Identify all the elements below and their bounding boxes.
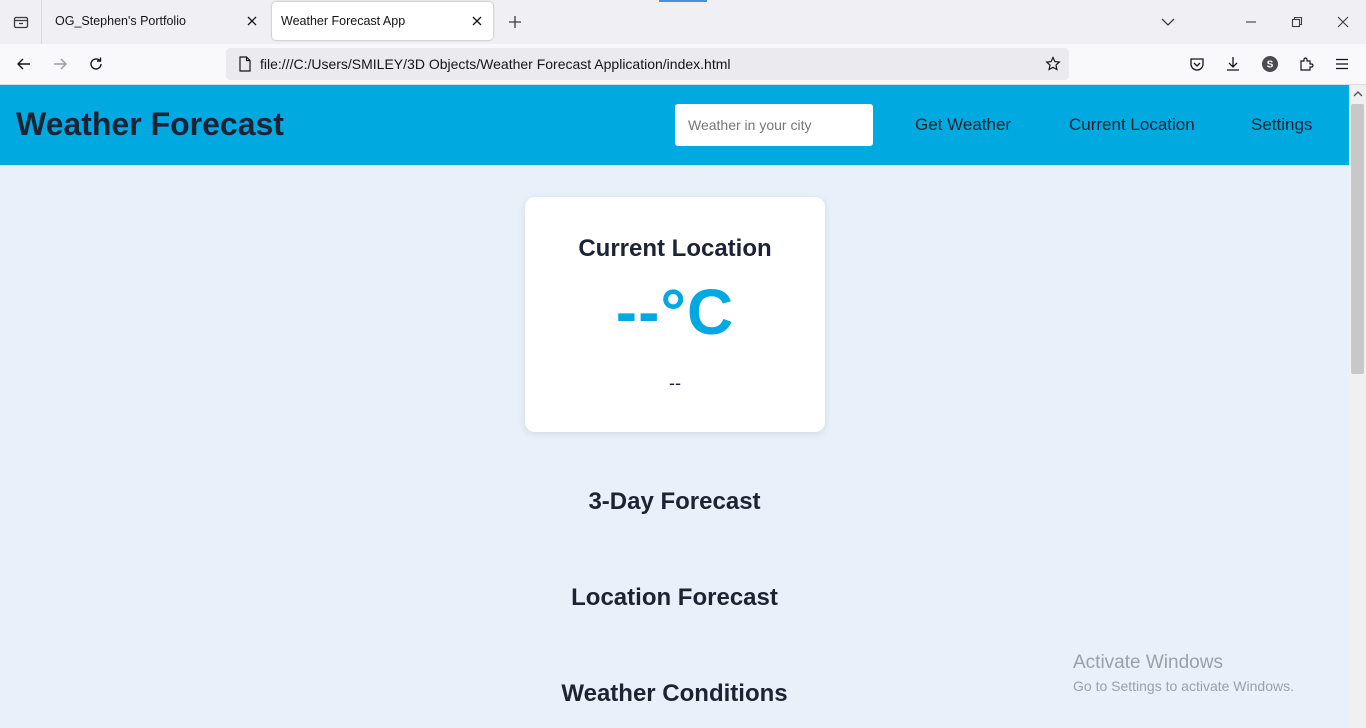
watermark-title: Activate Windows [1073,652,1223,673]
close-icon [1337,16,1349,28]
app-title: Weather Forecast [16,106,284,142]
puzzle-icon [1300,57,1314,71]
tab-weather-app[interactable]: Weather Forecast App [272,2,493,40]
arrow-right-icon [54,58,67,70]
tab-portfolio[interactable]: OG_Stephen's Portfolio [42,2,268,40]
extensions-button[interactable] [1291,49,1321,79]
address-bar[interactable]: file:///C:/Users/SMILEY/3D Objects/Weath… [226,48,1069,80]
avatar: S [1262,56,1278,72]
temperature-value: --°C [615,276,735,348]
restore-button[interactable] [1274,0,1320,44]
tab-list-icon [13,16,28,29]
restore-icon [1291,16,1303,28]
location-forecast-heading: Location Forecast [571,584,778,611]
download-icon [1227,57,1239,71]
three-day-forecast-heading: 3-Day Forecast [588,488,761,515]
chevron-up-icon [1353,90,1362,96]
scroll-up-button[interactable] [1349,85,1366,102]
list-all-tabs-button[interactable] [0,0,42,44]
account-button[interactable]: S [1255,49,1285,79]
back-button[interactable] [9,49,39,79]
close-tab-button[interactable] [463,7,491,35]
page-icon [230,56,260,72]
page-scrollbar[interactable] [1349,85,1366,728]
close-tab-button[interactable] [238,7,266,35]
minimize-icon [1246,21,1256,23]
close-icon [472,16,482,26]
current-location-link[interactable]: Current Location [1069,115,1195,135]
bookmark-star-button[interactable] [1037,56,1069,72]
menu-button[interactable] [1327,49,1357,79]
tabstrip-accent [659,0,707,2]
plus-icon [509,16,521,28]
reload-button[interactable] [81,49,111,79]
app-header: Weather Forecast Get Weather Current Loc… [0,85,1349,165]
tab-title: Weather Forecast App [281,14,406,28]
city-search-input[interactable] [675,104,873,146]
browser-toolbar: file:///C:/Users/SMILEY/3D Objects/Weath… [0,44,1366,85]
chevron-down-icon [1161,18,1175,26]
scrollbar-thumb[interactable] [1351,104,1364,374]
close-window-button[interactable] [1320,0,1366,44]
tab-title: OG_Stephen's Portfolio [55,14,186,28]
pocket-button[interactable] [1182,49,1212,79]
windows-activation-watermark: Activate Windows Go to Settings to activ… [1073,652,1294,694]
card-title: Current Location [578,235,772,262]
reload-icon [90,57,102,70]
downloads-button[interactable] [1218,49,1248,79]
current-weather-card: Current Location --°C [525,197,825,432]
close-icon [247,16,257,26]
arrow-left-icon [17,58,30,70]
hamburger-icon [1336,58,1348,70]
url-text[interactable]: file:///C:/Users/SMILEY/3D Objects/Weath… [260,56,1037,72]
watermark-subtitle: Go to Settings to activate Windows. [1073,678,1294,694]
tab-overflow-button[interactable] [1145,0,1191,44]
star-icon [1045,56,1061,71]
settings-link[interactable]: Settings [1251,115,1312,135]
pocket-icon [1190,58,1204,71]
weather-description: -- [669,373,681,393]
get-weather-link[interactable]: Get Weather [915,115,1011,135]
browser-tab-bar: OG_Stephen's Portfolio Weather Forecast … [0,0,1366,44]
forward-button[interactable] [45,49,75,79]
new-tab-button[interactable] [501,8,529,36]
minimize-button[interactable] [1228,0,1274,44]
avatar-initial: S [1267,60,1274,71]
page-viewport: Weather Forecast Get Weather Current Loc… [0,85,1349,728]
